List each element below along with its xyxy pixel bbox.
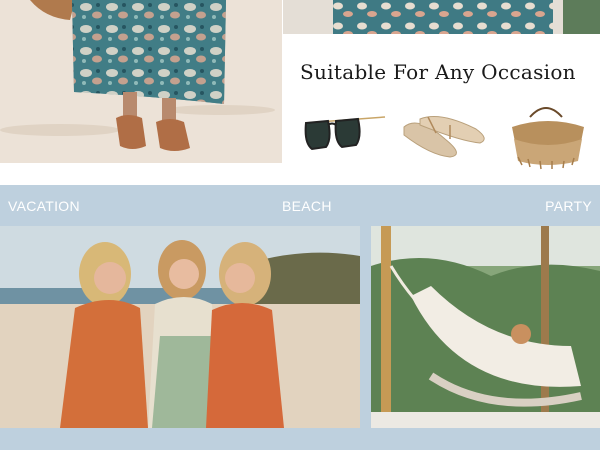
dress-sandals-illustration: [0, 0, 282, 163]
dress-sandals-photo: [0, 0, 282, 163]
label-vacation: VACATION: [8, 198, 80, 214]
label-beach: BEACH: [282, 198, 332, 214]
bottom-band: [0, 428, 600, 450]
beach-illustration: [0, 226, 360, 428]
photo-divider: [360, 226, 371, 428]
beach-photo: [0, 226, 360, 428]
sandals-icon: [403, 116, 485, 158]
hammock-photo: [371, 226, 600, 428]
page-title: Suitable For Any Occasion: [300, 60, 576, 84]
hammock-illustration: [371, 226, 600, 428]
dress-fabric-photo: [283, 0, 600, 34]
straw-bag-icon: [512, 107, 584, 170]
sunglasses-icon: [304, 116, 386, 151]
dress-fabric-illustration: [283, 0, 600, 34]
label-party: PARTY: [545, 198, 592, 214]
accessories-row: [304, 107, 584, 170]
occasion-band: VACATION BEACH PARTY: [0, 185, 600, 226]
